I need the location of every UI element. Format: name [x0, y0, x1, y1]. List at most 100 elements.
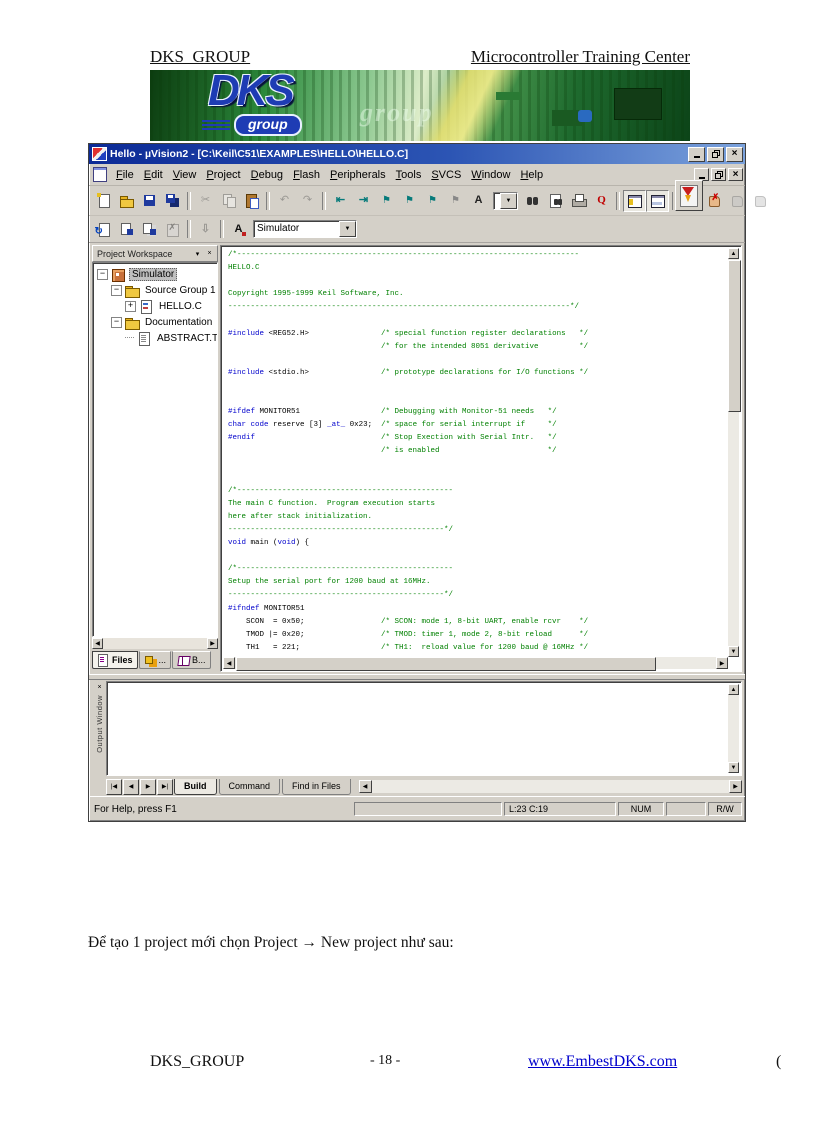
output-window-toggle-button[interactable] — [646, 190, 669, 212]
menu-file[interactable]: File — [111, 167, 139, 183]
translate-file-button[interactable] — [92, 218, 115, 240]
scroll-down-button[interactable]: ▼ — [728, 646, 739, 657]
find-text-button[interactable]: A — [467, 190, 490, 212]
tree-expander-icon[interactable]: − — [111, 317, 122, 328]
scroll-right-button[interactable]: ▶ — [207, 638, 218, 649]
toolbar-separator — [322, 192, 326, 210]
outdent-button[interactable]: ⇤ — [329, 190, 352, 212]
code-editor[interactable]: /*--------------------------------------… — [220, 245, 742, 672]
indent-button[interactable]: ⇥ — [352, 190, 375, 212]
target-select-combobox[interactable]: Simulator ▼ — [253, 220, 357, 238]
books-icon — [177, 654, 190, 666]
scroll-right-button[interactable]: ▶ — [716, 657, 728, 669]
editor-horizontal-scrollbar[interactable]: ◀ ▶ — [223, 657, 728, 669]
scrollbar-track[interactable] — [103, 638, 207, 649]
clear-bookmarks-button[interactable]: ⚑ — [444, 190, 467, 212]
save-button[interactable] — [138, 190, 161, 212]
menu-project[interactable]: Project — [201, 167, 245, 183]
scroll-left-button[interactable]: ◀ — [92, 638, 103, 649]
scrollbar-thumb[interactable] — [728, 260, 741, 412]
menu-debug[interactable]: Debug — [246, 167, 288, 183]
menu-edit[interactable]: Edit — [139, 167, 168, 183]
workspace-horizontal-scrollbar[interactable]: ◀ ▶ — [92, 637, 218, 649]
tree-item-simulator[interactable]: −Simulator — [94, 266, 217, 282]
scrollbar-track[interactable] — [235, 657, 716, 669]
menu-view[interactable]: View — [168, 167, 202, 183]
scroll-tabs-prev-button[interactable]: ◀ — [123, 779, 139, 795]
scroll-left-button[interactable]: ◀ — [223, 657, 235, 669]
target-select-value[interactable]: Simulator — [254, 221, 339, 237]
tree-item-source-group-1[interactable]: −Source Group 1 — [94, 282, 217, 298]
prev-bookmark-button[interactable]: ⚑ — [398, 190, 421, 212]
scrollbar-track[interactable] — [372, 780, 729, 793]
workspace-title-bar[interactable]: Project Workspace ▾ × — [92, 245, 218, 262]
scroll-tabs-next-button[interactable]: ▶ — [140, 779, 156, 795]
find-in-files-button[interactable] — [544, 190, 567, 212]
minimize-button[interactable] — [688, 147, 705, 162]
menu-help[interactable]: Help — [515, 167, 548, 183]
document-icon[interactable] — [93, 167, 107, 182]
scroll-up-button[interactable]: ▲ — [728, 248, 739, 259]
scroll-down-button[interactable]: ▼ — [728, 762, 739, 773]
menu-tools[interactable]: Tools — [391, 167, 427, 183]
mdi-restore-button[interactable] — [711, 168, 726, 181]
tree-expander-icon[interactable]: − — [111, 285, 122, 296]
tree-item-documentation[interactable]: −Documentation — [94, 314, 217, 330]
scroll-left-button[interactable]: ◀ — [359, 780, 372, 793]
title-bar[interactable]: Hello - µVision2 - [C:\Keil\C51\EXAMPLES… — [89, 144, 745, 164]
menu-flash[interactable]: Flash — [288, 167, 325, 183]
output-vertical-scrollbar[interactable]: ▲ ▼ — [728, 684, 739, 773]
scroll-up-button[interactable]: ▲ — [728, 684, 739, 695]
scroll-right-button[interactable]: ▶ — [729, 780, 742, 793]
open-file-button[interactable] — [115, 190, 138, 212]
output-content[interactable]: ▲ ▼ — [106, 681, 742, 776]
build-target-button[interactable] — [115, 218, 138, 240]
output-tab-find-in-files[interactable]: Find in Files — [282, 779, 351, 795]
scrollbar-track[interactable] — [728, 259, 739, 646]
scrollbar-track[interactable] — [728, 695, 739, 762]
output-tab-command[interactable]: Command — [219, 779, 281, 795]
rebuild-all-button[interactable] — [138, 218, 161, 240]
scroll-tabs-last-button[interactable]: ▶| — [157, 779, 173, 795]
close-button[interactable]: × — [726, 147, 743, 162]
scroll-tabs-first-button[interactable]: |◀ — [106, 779, 122, 795]
code-area[interactable]: /*--------------------------------------… — [223, 248, 728, 657]
output-tab-build[interactable]: Build — [174, 779, 217, 795]
combo-dropdown-button[interactable]: ▼ — [500, 193, 517, 209]
tree-expander-icon[interactable]: − — [97, 269, 108, 280]
menu-window[interactable]: Window — [466, 167, 515, 183]
find-button[interactable] — [521, 190, 544, 212]
workspace-close-button[interactable]: × — [204, 248, 215, 259]
editor-vertical-scrollbar[interactable]: ▲ ▼ — [728, 248, 739, 657]
next-bookmark-button[interactable]: ⚑ — [421, 190, 444, 212]
output-horizontal-scrollbar[interactable]: ◀ ▶ — [359, 780, 742, 793]
uvision-logo-button[interactable] — [675, 180, 703, 211]
tree-item-abstract-txt[interactable]: ABSTRACT.TXT — [94, 330, 217, 346]
combo-dropdown-button[interactable]: ▼ — [339, 221, 356, 237]
workspace-tab-files[interactable]: Files — [92, 651, 138, 669]
kill-breakpoints-button[interactable] — [702, 190, 725, 212]
file-toolbar-left: ✂↶↷⇤⇥⚑⚑⚑⚑A — [92, 190, 490, 212]
workspace-dock-button[interactable]: ▾ — [192, 248, 203, 259]
print-button[interactable] — [567, 190, 590, 212]
menu-svcs[interactable]: SVCS — [426, 167, 466, 183]
tree-expander-icon[interactable]: + — [125, 301, 136, 312]
find-qualifier-button[interactable]: Q — [590, 190, 613, 212]
footer-link[interactable]: www.EmbestDKS.com — [528, 1053, 677, 1071]
restore-button[interactable] — [707, 147, 724, 162]
new-file-button[interactable] — [92, 190, 115, 212]
mdi-close-button[interactable]: × — [728, 168, 743, 181]
toggle-bookmark-button[interactable]: ⚑ — [375, 190, 398, 212]
options-for-target-button[interactable]: A — [227, 218, 250, 240]
find-text-combobox[interactable]: ▼ — [493, 192, 518, 210]
scrollbar-thumb[interactable] — [236, 657, 656, 671]
project-window-toggle-button[interactable] — [623, 190, 646, 212]
menu-peripherals[interactable]: Peripherals — [325, 167, 391, 183]
save-all-button[interactable] — [161, 190, 184, 212]
paste-button[interactable] — [240, 190, 263, 212]
arrow-up-icon: ▲ — [731, 687, 737, 693]
workspace-tab-[interactable]: ... — [139, 651, 172, 669]
workspace-tab-b[interactable]: B... — [172, 651, 211, 669]
output-close-button[interactable]: × — [94, 682, 105, 693]
tree-item-hello-c[interactable]: +HELLO.C — [94, 298, 217, 314]
